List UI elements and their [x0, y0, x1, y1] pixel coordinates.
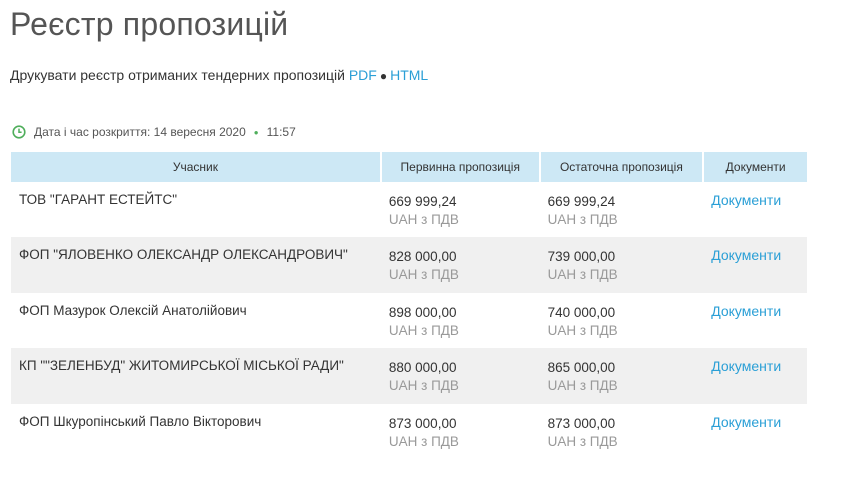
- opening-separator: ●: [253, 127, 259, 137]
- final-currency: UAH з ПДВ: [547, 212, 618, 227]
- header-documents: Документи: [703, 152, 807, 182]
- final-currency: UAH з ПДВ: [547, 267, 618, 283]
- participant-name: ФОП Шкуропінський Павло Вікторович: [19, 413, 262, 429]
- bids-table: Учасник Первинна пропозиція Остаточна пр…: [11, 152, 807, 459]
- table-row: ФОП Мазурок Олексій Анатолійович 898 000…: [11, 293, 807, 348]
- final-amount: 740 000,00: [547, 304, 616, 320]
- initial-currency: UAH з ПДВ: [388, 433, 459, 449]
- initial-currency: UAH з ПДВ: [388, 212, 459, 227]
- initial-amount: 828 000,00: [388, 249, 457, 265]
- table-row: ФОП "ЯЛОВЕНКО ОЛЕКСАНДР ОЛЕКСАНДРОВИЧ" 8…: [11, 237, 807, 293]
- print-pdf-link[interactable]: PDF: [349, 67, 377, 83]
- documents-link[interactable]: Документи: [711, 192, 781, 208]
- header-participant: Учасник: [11, 152, 382, 182]
- initial-amount: 880 000,00: [388, 360, 457, 376]
- documents-link[interactable]: Документи: [711, 247, 781, 263]
- documents-link[interactable]: Документи: [711, 358, 781, 374]
- final-amount: 865 000,00: [547, 360, 616, 376]
- final-amount: 739 000,00: [547, 249, 616, 265]
- final-currency: UAH з ПДВ: [547, 433, 618, 449]
- opening-date: Дата і час розкриття: 14 вересня 2020 ● …: [12, 125, 296, 139]
- final-amount: 669 999,24: [547, 194, 616, 209]
- table-header-row: Учасник Первинна пропозиція Остаточна пр…: [11, 152, 807, 182]
- initial-currency: UAH з ПДВ: [388, 378, 459, 394]
- participant-name: ФОП "ЯЛОВЕНКО ОЛЕКСАНДР ОЛЕКСАНДРОВИЧ": [19, 247, 348, 263]
- final-currency: UAH з ПДВ: [547, 378, 618, 394]
- table-row: ФОП Шкуропінський Павло Вікторович 873 0…: [11, 404, 807, 459]
- table-row: ТОВ "ГАРАНТ ЕСТЕЙТС" 669 999,24 UAH з ПДВ…: [11, 182, 807, 237]
- opening-time: 11:57: [266, 125, 296, 139]
- initial-amount: 898 000,00: [388, 304, 457, 320]
- header-initial-offer: Первинна пропозиція: [380, 152, 541, 182]
- initial-currency: UAH з ПДВ: [388, 322, 459, 338]
- table-row: КП ""ЗЕЛЕНБУД" ЖИТОМИРСЬКОЇ МІСЬКОЇ РАДИ…: [11, 348, 807, 404]
- participant-name: ФОП Мазурок Олексій Анатолійович: [19, 302, 247, 318]
- documents-link[interactable]: Документи: [711, 303, 781, 319]
- print-registry-text: Друкувати реєстр отриманих тендерних про…: [10, 67, 345, 83]
- initial-amount: 669 999,24: [388, 194, 457, 209]
- participant-name: ТОВ "ГАРАНТ ЕСТЕЙТС": [19, 192, 177, 207]
- page-title: Реєстр пропозицій: [10, 6, 289, 42]
- print-registry-line: Друкувати реєстр отриманих тендерних про…: [10, 67, 428, 83]
- initial-amount: 873 000,00: [388, 415, 457, 431]
- opening-date-label: Дата і час розкриття: 14 вересня 2020: [34, 125, 246, 139]
- clock-icon: [12, 125, 26, 139]
- documents-link[interactable]: Документи: [711, 414, 781, 430]
- print-separator: ●: [379, 69, 388, 83]
- header-final-offer: Остаточна пропозиція: [539, 152, 705, 182]
- initial-currency: UAH з ПДВ: [388, 267, 459, 283]
- final-amount: 873 000,00: [547, 415, 616, 431]
- print-html-link[interactable]: HTML: [390, 67, 428, 83]
- participant-name: КП ""ЗЕЛЕНБУД" ЖИТОМИРСЬКОЇ МІСЬКОЇ РАДИ…: [19, 358, 344, 374]
- final-currency: UAH з ПДВ: [547, 322, 618, 338]
